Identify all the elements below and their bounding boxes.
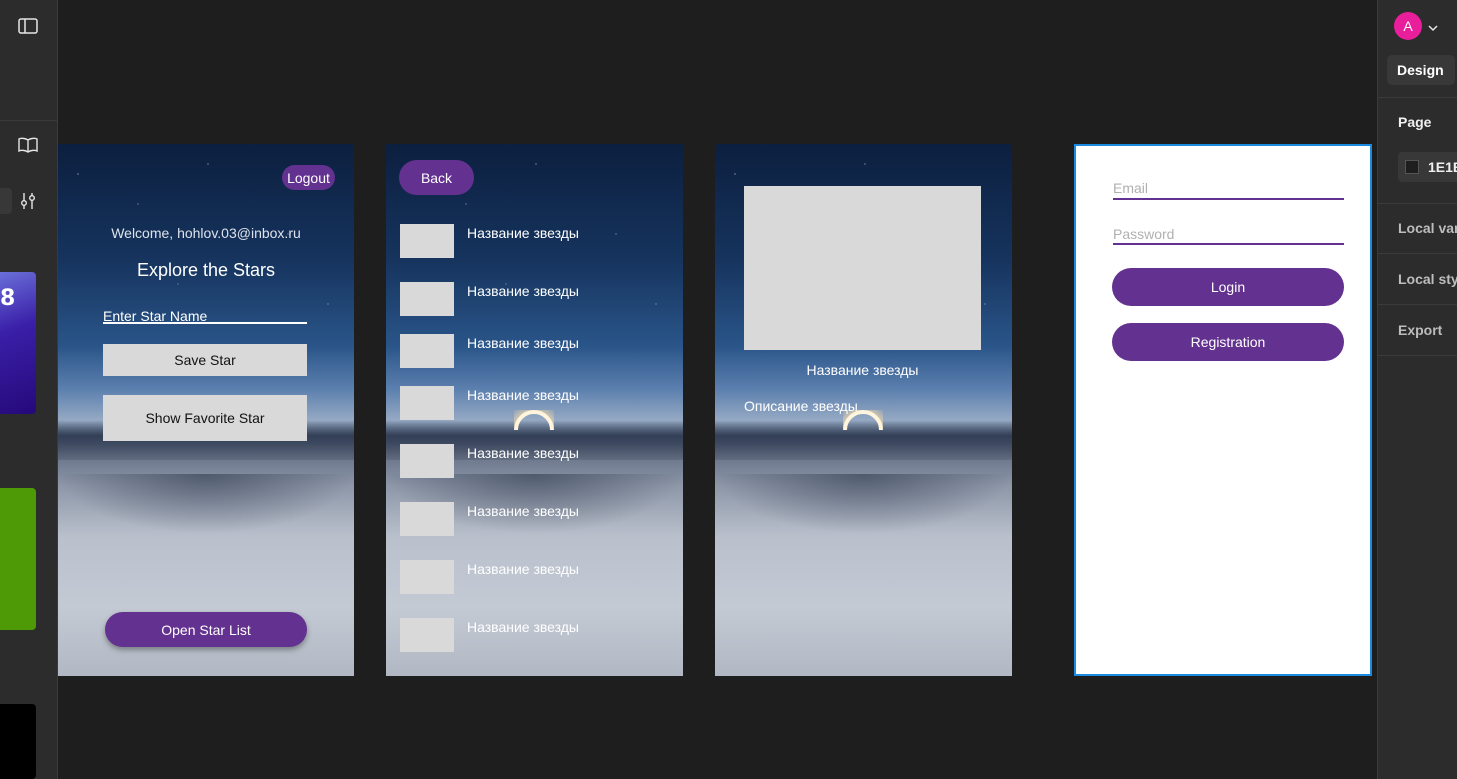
- logout-button[interactable]: Logout: [282, 165, 335, 190]
- email-field[interactable]: Email: [1113, 180, 1148, 196]
- thumbnail-black[interactable]: [0, 704, 36, 779]
- welcome-text: Welcome, hohlov.03@inbox.ru: [111, 225, 301, 241]
- star-thumb[interactable]: [400, 560, 454, 594]
- star-thumb[interactable]: [400, 224, 454, 258]
- login-button[interactable]: Login: [1112, 268, 1344, 306]
- rail-divider: [0, 120, 58, 121]
- frame-star-list[interactable]: Back Название звезды Название звезды Наз…: [386, 144, 683, 676]
- local-variables-link[interactable]: Local var: [1398, 220, 1457, 236]
- email-underline: [1113, 198, 1344, 200]
- panel-divider: [1378, 355, 1457, 356]
- page-color-value: 1E1E: [1428, 159, 1457, 175]
- local-styles-link[interactable]: Local sty: [1398, 271, 1457, 287]
- back-button[interactable]: Back: [399, 160, 474, 195]
- export-link[interactable]: Export: [1398, 322, 1442, 338]
- password-underline: [1113, 243, 1344, 245]
- thumbnail-number: 8: [0, 286, 16, 311]
- star-name: Название звезды: [806, 362, 919, 378]
- panel-divider: [1378, 304, 1457, 305]
- panel-divider: [1378, 97, 1457, 98]
- list-item[interactable]: Название звезды: [467, 335, 579, 351]
- list-item[interactable]: Название звезды: [467, 561, 579, 577]
- list-item[interactable]: Название звезды: [467, 619, 579, 635]
- panel-divider: [1378, 203, 1457, 204]
- input-underline: [103, 322, 307, 324]
- star-thumb[interactable]: [400, 282, 454, 316]
- save-star-button[interactable]: Save Star: [103, 344, 307, 376]
- star-image-placeholder: [744, 186, 981, 350]
- list-item[interactable]: Название звезды: [467, 445, 579, 461]
- frame-login[interactable]: Email Password Login Registration: [1074, 144, 1372, 676]
- thumbnail-green[interactable]: [0, 488, 36, 630]
- show-favorite-button[interactable]: Show Favorite Star: [103, 395, 307, 441]
- sidebar-toggle-icon[interactable]: [16, 14, 40, 38]
- left-rail: 8: [0, 0, 58, 779]
- list-item[interactable]: Название звезды: [467, 387, 579, 403]
- snow-shadow: [715, 474, 1012, 534]
- page-title: Explore the Stars: [136, 260, 276, 280]
- star-thumb[interactable]: [400, 502, 454, 536]
- star-thumb[interactable]: [400, 618, 454, 652]
- sliders-icon[interactable]: [16, 189, 40, 213]
- registration-button[interactable]: Registration: [1112, 323, 1344, 361]
- password-field[interactable]: Password: [1113, 226, 1174, 242]
- page-color-field[interactable]: 1E1E: [1398, 152, 1457, 182]
- book-icon[interactable]: [16, 133, 40, 157]
- avatar[interactable]: A: [1394, 12, 1422, 40]
- snow-shadow: [58, 474, 354, 534]
- chevron-down-icon[interactable]: [1428, 18, 1438, 37]
- figma-editor: 8 Logout Welcome, hohlov.03@inbox.ru Exp…: [0, 0, 1457, 779]
- list-item[interactable]: Название звезды: [467, 225, 579, 241]
- panel-divider: [1378, 253, 1457, 254]
- star-description: Описание звезды: [744, 398, 858, 414]
- star-thumb[interactable]: [400, 334, 454, 368]
- color-swatch[interactable]: [1405, 160, 1419, 174]
- star-thumb[interactable]: [400, 386, 454, 420]
- list-item[interactable]: Название звезды: [467, 283, 579, 299]
- frame-explore[interactable]: Logout Welcome, hohlov.03@inbox.ru Explo…: [58, 144, 354, 676]
- rail-input[interactable]: [0, 188, 12, 214]
- star-thumb[interactable]: [400, 444, 454, 478]
- tab-design[interactable]: Design: [1387, 55, 1455, 85]
- thumbnail-purple[interactable]: 8: [0, 272, 36, 414]
- page-section-title: Page: [1398, 114, 1432, 130]
- right-panel: A Design Page 1E1E Local var Local sty E…: [1377, 0, 1457, 779]
- open-star-list-button[interactable]: Open Star List: [105, 612, 307, 647]
- tab-design-label: Design: [1397, 62, 1444, 78]
- list-item[interactable]: Название звезды: [467, 503, 579, 519]
- frame-star-detail[interactable]: Название звезды Описание звезды: [715, 144, 1012, 676]
